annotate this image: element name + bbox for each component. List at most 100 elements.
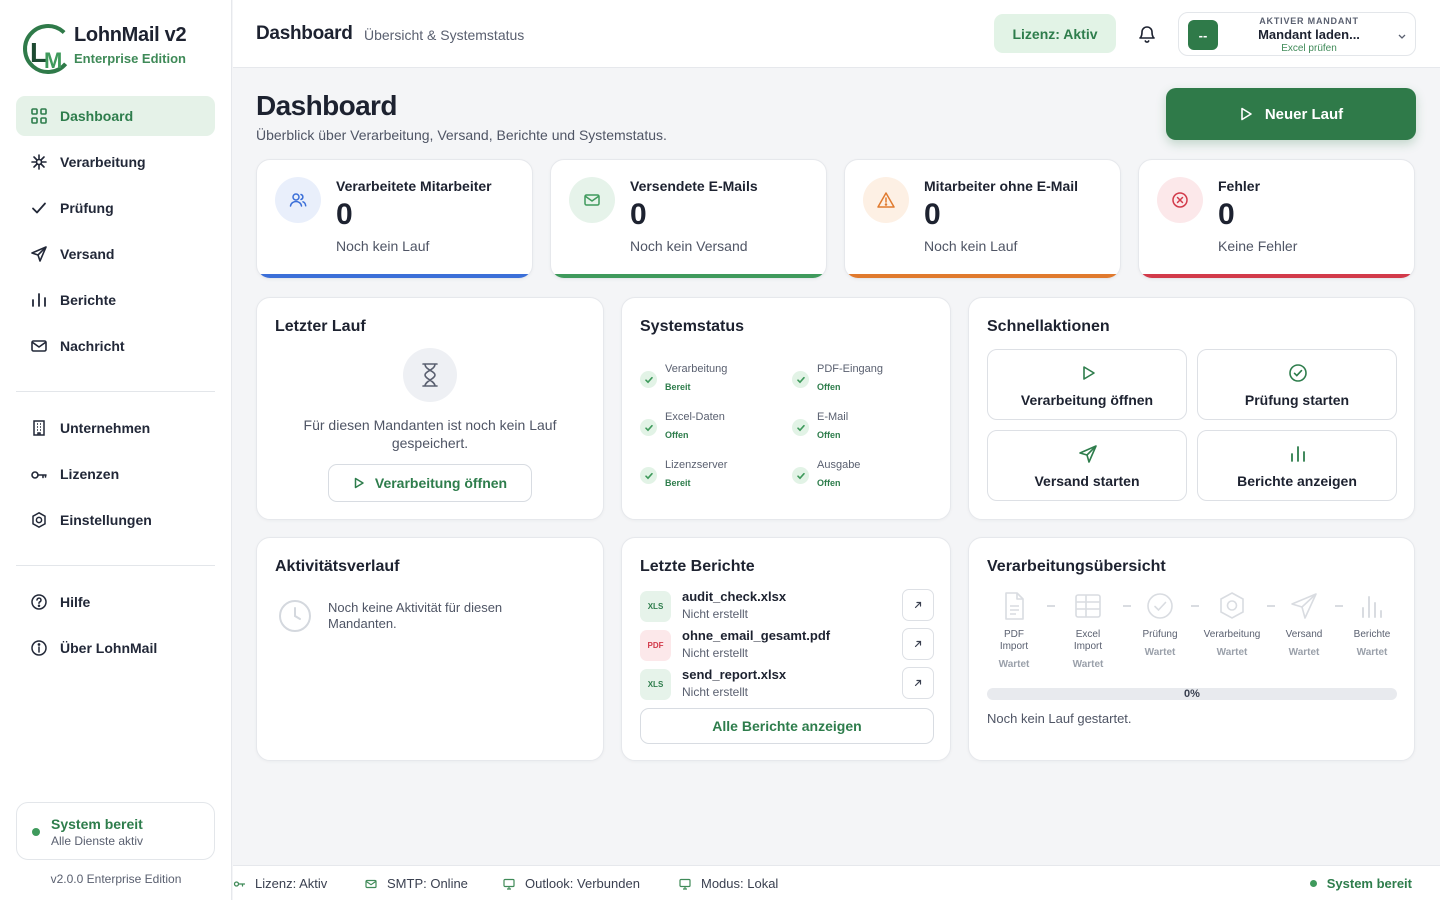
- sidebar: L M LohnMail v2 Enterprise Edition Dashb…: [0, 0, 232, 900]
- bell-icon[interactable]: [1136, 23, 1158, 45]
- primary-nav: Dashboard Verarbeitung Prüfung Versand B…: [16, 96, 215, 372]
- step-berichte: Berichte Wartet: [1340, 590, 1404, 658]
- report-name: audit_check.xlsx: [682, 589, 787, 604]
- tenant-name: Mandant laden...: [1258, 27, 1360, 42]
- card-title: Systemstatus: [640, 318, 745, 335]
- stat-card-no-email: Mitarbeiter ohne E-Mail 0 Noch kein Lauf: [844, 159, 1121, 279]
- stat-accent-bar: [257, 274, 532, 278]
- last-run-card: Letzter Lauf Für diesen Mandanten ist no…: [256, 297, 604, 520]
- license-status-pill[interactable]: Lizenz: Aktiv: [994, 14, 1116, 53]
- quick-action-label: Verarbeitung öffnen: [1020, 392, 1154, 408]
- step-connector: [1047, 605, 1055, 607]
- bar-chart-icon: [32, 293, 46, 307]
- topbar-title: Dashboard: [256, 23, 353, 44]
- warning-icon: [863, 177, 909, 223]
- clock-icon: [279, 600, 311, 632]
- monitor-icon: [503, 878, 515, 890]
- open-report-button[interactable]: [902, 628, 934, 660]
- sidebar-item-label: Dashboard: [60, 108, 134, 124]
- system-status-subtitle: Alle Dienste aktiv: [51, 834, 144, 848]
- sidebar-item-versand[interactable]: Versand: [16, 234, 215, 274]
- stat-label: Verarbeitete Mitarbeiter: [336, 178, 492, 194]
- secondary-nav: Unternehmen Lizenzen Einstellungen: [16, 408, 215, 546]
- step-excel-import: Excel Import Wartet: [1056, 590, 1120, 670]
- page-subtitle: Überblick über Verarbeitung, Versand, Be…: [256, 127, 667, 143]
- quick-action-start-check[interactable]: Prüfung starten: [1197, 349, 1397, 420]
- stat-value: 0: [924, 198, 941, 231]
- report-name: send_report.xlsx: [682, 667, 787, 682]
- sidebar-item-lizenzen[interactable]: Lizenzen: [16, 454, 215, 494]
- sidebar-item-hilfe[interactable]: Hilfe: [16, 582, 215, 622]
- step-state: Wartet: [1288, 647, 1320, 658]
- sidebar-item-unternehmen[interactable]: Unternehmen: [16, 408, 215, 448]
- statusbar-license-text: Lizenz: Aktiv: [255, 876, 328, 891]
- quick-action-open-processing[interactable]: Verarbeitung öffnen: [987, 349, 1187, 420]
- mail-icon: [31, 340, 47, 352]
- quick-action-show-reports[interactable]: Berichte anzeigen: [1197, 430, 1397, 501]
- step-label: Import: [1073, 641, 1103, 652]
- stat-subtext: Noch kein Lauf: [924, 238, 1018, 254]
- progress-note: Noch kein Lauf gestartet.: [987, 711, 1132, 726]
- open-report-button[interactable]: [902, 667, 934, 699]
- sparkle-icon: [31, 154, 47, 170]
- sidebar-item-label: Berichte: [60, 292, 117, 308]
- check-circle-icon: [1289, 364, 1307, 382]
- statusbar-ready-text: System bereit: [1326, 876, 1412, 891]
- card-title: Schnellaktionen: [987, 318, 1110, 335]
- step-versand: Versand Wartet: [1272, 590, 1336, 658]
- report-state: Nicht erstellt: [682, 685, 749, 699]
- stat-accent-bar: [1139, 274, 1414, 278]
- quick-action-start-send[interactable]: Versand starten: [987, 430, 1187, 501]
- sidebar-item-dashboard[interactable]: Dashboard: [16, 96, 215, 136]
- chevron-down-icon: [1398, 34, 1406, 39]
- open-processing-button[interactable]: Verarbeitung öffnen: [328, 464, 532, 502]
- external-link-icon: [914, 601, 922, 609]
- sidebar-item-verarbeitung[interactable]: Verarbeitung: [16, 142, 215, 182]
- sidebar-item-pruefung[interactable]: Prüfung: [16, 188, 215, 228]
- step-label: Import: [999, 641, 1029, 652]
- stat-accent-bar: [551, 274, 826, 278]
- stat-label: Mitarbeiter ohne E-Mail: [924, 178, 1079, 194]
- status-item-pdf-eingang: PDF-Eingang Offen: [792, 363, 932, 397]
- sidebar-item-berichte[interactable]: Berichte: [16, 280, 215, 320]
- stat-label: Fehler: [1218, 178, 1261, 194]
- check-icon: [640, 467, 657, 484]
- processing-overview-card: Verarbeitungsübersicht PDF Import Wartet …: [968, 537, 1415, 761]
- card-title: Letzter Lauf: [275, 318, 366, 335]
- tenant-avatar: --: [1188, 20, 1218, 50]
- system-status-box: System bereit Alle Dienste aktiv: [16, 802, 215, 860]
- statusbar-mode: Modus: Lokal: [679, 876, 778, 891]
- status-item-name: Excel-Daten: [665, 411, 725, 423]
- activity-card: Aktivitätsverlauf Noch keine Aktivität f…: [256, 537, 604, 761]
- new-run-label: Neuer Lauf: [1264, 105, 1344, 123]
- status-item-excel-daten: Excel-Daten Offen: [640, 411, 780, 445]
- step-verarbeitung: Verarbeitung Wartet: [1200, 590, 1264, 658]
- statusbar-smtp: SMTP: Online: [365, 876, 468, 891]
- step-label: PDF: [1004, 629, 1024, 640]
- statusbar-license: Lizenz: Aktiv: [233, 876, 327, 891]
- help-icon: [31, 594, 47, 610]
- open-report-button[interactable]: [902, 589, 934, 621]
- status-item-email: E-Mail Offen: [792, 411, 932, 445]
- step-state: Wartet: [1144, 647, 1176, 658]
- sidebar-item-ueber[interactable]: Über LohnMail: [16, 628, 215, 668]
- sidebar-item-label: Unternehmen: [60, 420, 151, 436]
- version-label: v2.0.0 Enterprise Edition: [50, 872, 182, 886]
- building-icon: [33, 420, 45, 436]
- all-reports-button[interactable]: Alle Berichte anzeigen: [640, 708, 934, 744]
- step-label: Berichte: [1353, 629, 1391, 640]
- topbar: Dashboard Übersicht & Systemstatus Lizen…: [233, 0, 1440, 68]
- app-name: LohnMail v2: [74, 24, 187, 46]
- sidebar-item-einstellungen[interactable]: Einstellungen: [16, 500, 215, 540]
- tenant-selector[interactable]: -- AKTIVER MANDANT Mandant laden... Exce…: [1178, 12, 1416, 56]
- status-item-state: Offen: [817, 478, 841, 488]
- status-item-lizenzserver: Lizenzserver Bereit: [640, 459, 780, 493]
- card-title: Verarbeitungsübersicht: [987, 558, 1166, 575]
- new-run-button[interactable]: Neuer Lauf: [1166, 88, 1416, 140]
- hourglass-icon: [403, 348, 457, 402]
- logo-mark-icon: L M: [23, 24, 73, 74]
- sidebar-item-nachricht[interactable]: Nachricht: [16, 326, 215, 366]
- sidebar-item-label: Hilfe: [60, 594, 91, 610]
- status-item-state: Offen: [817, 382, 841, 392]
- step-state: Wartet: [998, 659, 1030, 670]
